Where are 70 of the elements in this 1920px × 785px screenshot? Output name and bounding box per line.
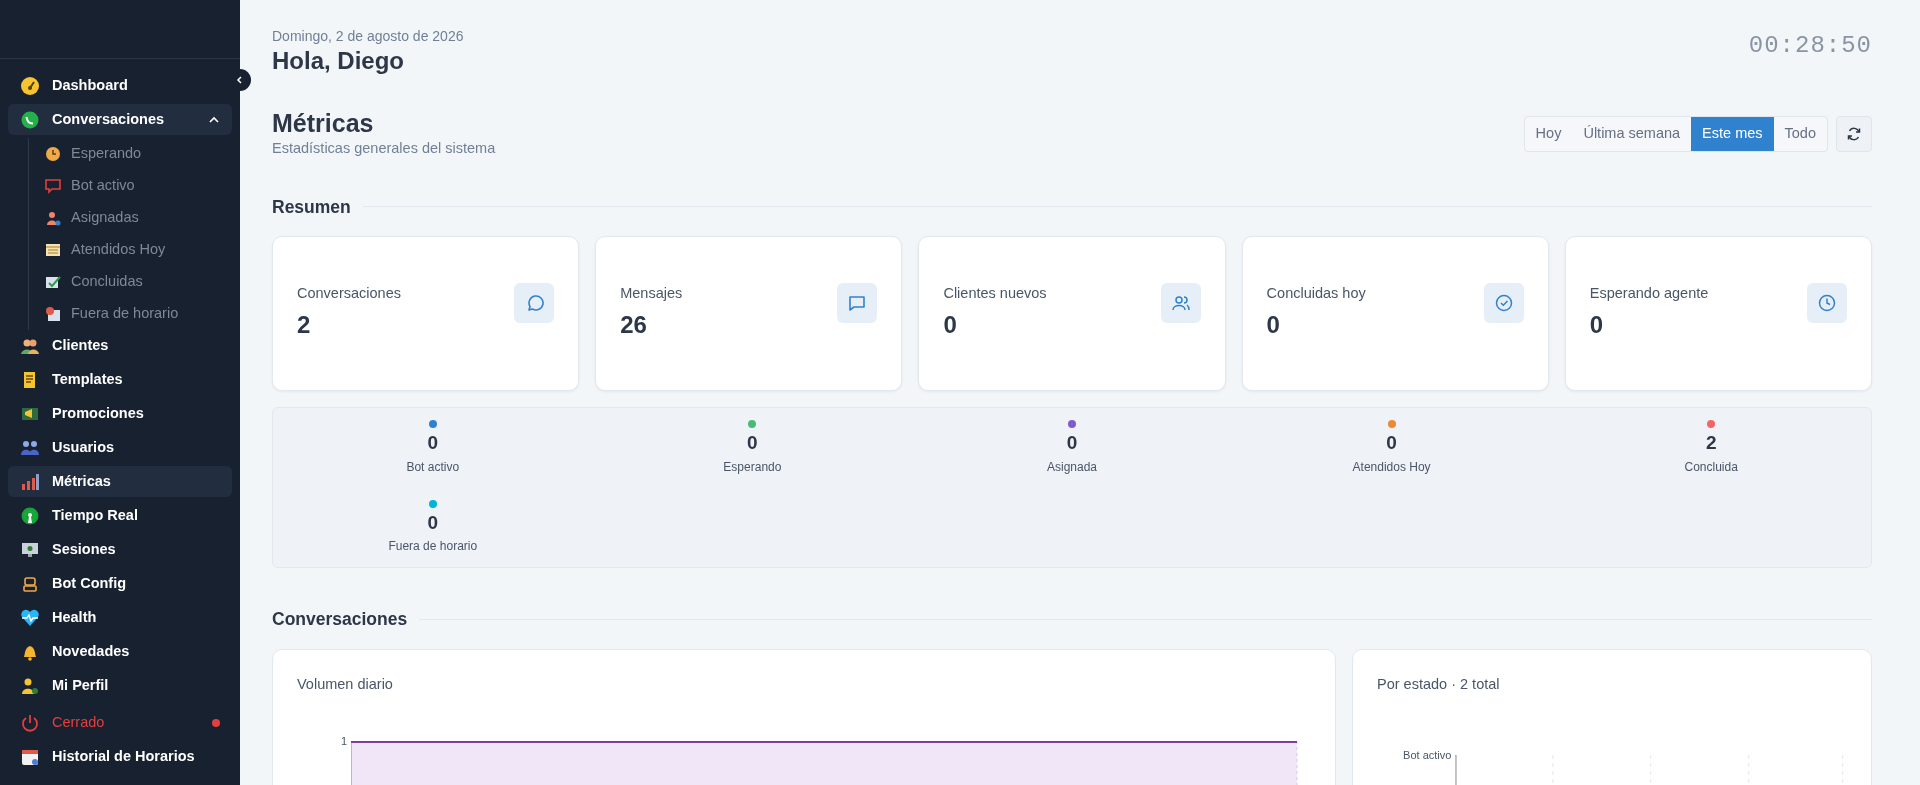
range-tab[interactable]: Este mes — [1691, 116, 1774, 151]
status-label: Atendidos Hoy — [1352, 458, 1431, 476]
chart-title: Volumen diario — [297, 674, 394, 694]
sidebar-item[interactable]: Tiempo Real — [8, 500, 232, 531]
clock-icon — [1817, 292, 1837, 313]
sidebar-subitem[interactable]: Asignadas — [45, 202, 240, 234]
sidebar-subitem[interactable]: Concluidas — [45, 266, 240, 298]
sidebar-item[interactable]: Métricas — [8, 466, 232, 497]
sidebar-item[interactable]: Mi Perfil — [8, 670, 232, 701]
section-heading: Conversaciones — [272, 608, 408, 632]
range-tab[interactable]: Hoy — [1524, 116, 1573, 151]
status-label: Asignada — [1046, 458, 1097, 476]
status-label: Concluida — [1684, 458, 1738, 476]
stat-value: 0 — [943, 309, 958, 340]
sidebar-item[interactable]: Sesiones — [8, 534, 232, 565]
refresh-button[interactable] — [1836, 115, 1872, 152]
sidebar-item[interactable]: Historial de Horarios — [8, 741, 232, 772]
clock: 00:28:50 — [1748, 31, 1872, 61]
refresh-icon — [1846, 125, 1862, 142]
section-heading: Resumen — [272, 195, 351, 219]
page-subtitle: Estadísticas generales del sistema — [272, 138, 496, 158]
status-count: 0 — [1386, 431, 1397, 455]
range-tab[interactable]: Todo — [1773, 116, 1827, 151]
stat-label: Conversaciones — [297, 283, 401, 303]
status-label: Bot activo — [406, 458, 460, 476]
sidebar-item[interactable]: Usuarios — [8, 432, 232, 463]
greeting: Hola, Diego — [272, 47, 405, 76]
sidebar-subitem[interactable]: Fuera de horario — [45, 298, 240, 330]
status-count: 2 — [1705, 431, 1717, 455]
heart-icon — [20, 607, 40, 628]
sidebar-item[interactable]: Novedades — [8, 636, 232, 667]
stat-label: Clientes nuevos — [943, 283, 1047, 303]
stat-value: 0 — [1266, 309, 1281, 340]
power-icon — [20, 712, 40, 733]
status-count: 0 — [427, 431, 439, 455]
page-title: Métricas — [272, 107, 375, 138]
axis-tick-label: 1 — [339, 736, 347, 748]
sidebar-item[interactable]: Dashboard — [8, 70, 232, 101]
range-tab[interactable]: Última semana — [1572, 116, 1692, 151]
status-label: Esperando — [723, 458, 782, 476]
sidebar-group[interactable]: Conversaciones — [8, 104, 232, 135]
sidebar-item[interactable]: Promociones — [8, 398, 232, 429]
checklist-icon — [45, 274, 61, 290]
sidebar-item[interactable]: Clientes — [8, 330, 232, 361]
chevron-icon — [235, 75, 245, 85]
stat-value: 26 — [620, 309, 648, 340]
status-count: 0 — [1066, 431, 1078, 455]
stat-value: 2 — [297, 309, 312, 340]
stat-label: Concluidas hoy — [1266, 283, 1366, 303]
date-text: Domingo, 2 de agosto de 2026 — [272, 27, 464, 46]
bar-chart-icon — [20, 471, 40, 492]
chart-title: Por estado · 2 total — [1377, 674, 1501, 694]
status-count: 0 — [427, 511, 439, 535]
clock-icon — [45, 146, 61, 162]
check-circle-icon — [1493, 292, 1514, 313]
sidebar-item[interactable]: Templates — [8, 364, 232, 395]
stat-label: Esperando agente — [1589, 283, 1709, 303]
stat-label: Mensajes — [620, 283, 683, 303]
status-label: Fuera de horario — [388, 538, 478, 556]
sidebar-item[interactable]: Health — [8, 602, 232, 633]
status-count: 0 — [747, 431, 758, 455]
person-icon — [45, 210, 61, 226]
axis-tick-label: Bot activo — [1402, 750, 1452, 762]
status-indicator[interactable]: Cerrado — [8, 707, 232, 738]
stat-value: 0 — [1589, 309, 1605, 340]
sidebar-subitem[interactable]: Bot activo — [45, 170, 240, 202]
gauge-icon — [20, 75, 40, 96]
sidebar-subitem[interactable]: Atendidos Hoy — [45, 234, 240, 266]
sidebar-item[interactable]: Bot Config — [8, 568, 232, 599]
sidebar-subitem[interactable]: Esperando — [45, 138, 240, 170]
